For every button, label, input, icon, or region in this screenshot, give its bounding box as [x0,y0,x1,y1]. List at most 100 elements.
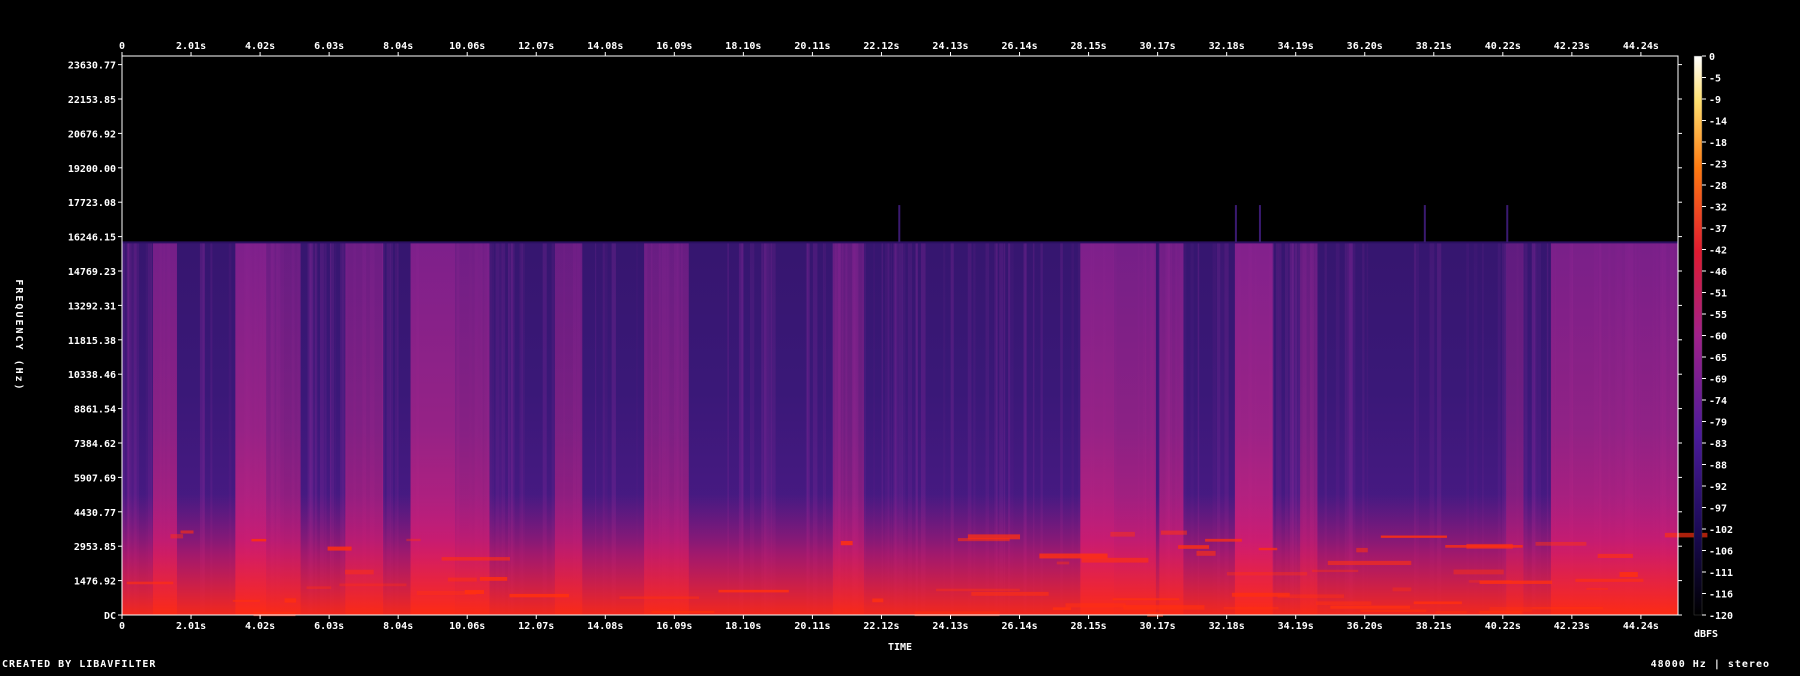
colorbar-tick-label: -46 [1709,267,1727,278]
harmonic-stroke [1597,553,1633,558]
x-tick-label-bottom: 28.15s [1071,621,1107,632]
harmonic-stroke [651,610,715,614]
x-tick-label-bottom: 30.17s [1140,621,1176,632]
colorbar-tick-label: -42 [1709,246,1727,257]
harmonic-stroke [1147,612,1164,617]
colorbar-tick-label: -74 [1709,396,1727,407]
plot-area [122,56,1708,617]
harmonic-stroke [251,538,267,542]
colorbar-tick-label: -102 [1709,525,1733,536]
x-tick-label-top: 36.20s [1347,41,1383,52]
harmonic-stroke [1535,541,1587,546]
y-tick-label: 17723.08 [68,198,116,209]
y-tick-label: 1476.92 [74,577,116,588]
x-tick-label-top: 22.12s [863,41,899,52]
harmonic-stroke [971,591,1049,596]
colorbar: 0 -5 -9 -14 -18 -23 -28 -32 -37 -42 -46 -51 -55 -60 -6… [1693,52,1733,640]
y-tick-label: 2953.85 [74,542,116,553]
spike-mark [898,205,901,243]
x-tick-label-bottom: 12.07s [518,621,554,632]
low-frequency-band [122,493,1678,615]
x-tick-label-bottom: 2.01s [176,621,206,632]
y-tick-label: 4430.77 [74,508,116,519]
harmonic-stroke [345,569,374,575]
x-tick-label-top: 14.08s [587,41,623,52]
y-tick-label: 22153.85 [68,95,116,106]
harmonic-stroke [872,598,884,603]
y-tick-label: 20676.92 [68,129,116,140]
x-tick-label-top: 32.18s [1209,41,1245,52]
harmonic-stroke [1435,611,1467,614]
x-tick-label-bottom: 44.24s [1623,621,1659,632]
x-tick-label-bottom: 6.03s [314,621,344,632]
harmonic-stroke [1258,547,1278,551]
colorbar-tick-label: -88 [1709,461,1727,472]
y-tick-label: DC [104,611,116,622]
y-tick-label: 13292.31 [68,301,116,312]
colorbar-tick-label: -79 [1709,418,1727,429]
y-tick-label: 7384.62 [74,439,116,450]
colorbar-tick-label: -106 [1709,547,1733,558]
x-tick-label-top: 38.21s [1416,41,1452,52]
harmonic-stroke [1226,572,1308,576]
x-tick-label-bottom: 18.10s [725,621,761,632]
colorbar-tick-label: -5 [1709,74,1721,85]
harmonic-stroke [306,586,332,589]
harmonic-stroke [1453,569,1504,575]
harmonic-stroke [967,534,1021,540]
harmonic-stroke [509,593,569,598]
colorbar-tick-label: -60 [1709,332,1727,343]
colorbar-tick-label: -51 [1709,289,1727,300]
colorbar-tick-label: -9 [1709,95,1721,106]
harmonic-stroke [441,557,510,561]
colorbar-tick-label: -37 [1709,224,1727,235]
colorbar-tick-label: -97 [1709,504,1727,515]
harmonic-stroke [1330,605,1411,609]
harmonic-stroke [619,596,699,599]
colorbar-tick-label: -14 [1709,117,1727,128]
harmonic-stroke [1205,538,1242,542]
harmonic-stroke [1445,545,1523,548]
x-tick-label-top: 42.23s [1554,41,1590,52]
x-tick-label-top: 12.07s [518,41,554,52]
harmonic-stroke [840,540,853,546]
y-tick-label: 11815.38 [68,336,116,347]
x-tick-label-top: 44.24s [1623,41,1659,52]
x-tick-label-top: 10.06s [449,41,485,52]
harmonic-stroke [284,598,297,603]
x-tick-label-bottom: 32.18s [1209,621,1245,632]
x-tick-label-bottom: 4.02s [245,621,275,632]
x-tick-label-bottom: 14.08s [587,621,623,632]
y-tick-label: 23630.77 [68,61,116,72]
harmonic-stroke [936,588,1020,592]
y-tick-label: 19200.00 [68,164,116,175]
x-tick-label-bottom: 26.14s [1001,621,1037,632]
harmonic-stroke [1110,531,1135,537]
x-tick-label-bottom: 10.06s [449,621,485,632]
harmonic-stroke [232,599,260,602]
x-tick-label-top: 24.13s [932,41,968,52]
colorbar-gradient [1693,55,1703,616]
colorbar-tick-label: -120 [1709,611,1733,622]
x-tick-label-top: 18.10s [725,41,761,52]
x-tick-label-bottom: 42.23s [1554,621,1590,632]
colorbar-tick-label: -18 [1709,138,1727,149]
colorbar-tick-label: -23 [1709,160,1727,171]
spike-mark [1423,205,1426,243]
colorbar-tick-label: -92 [1709,482,1727,493]
harmonic-stroke [718,589,789,593]
harmonic-stroke [180,530,194,534]
x-tick-label-bottom: 34.19s [1278,621,1314,632]
harmonic-stroke [1356,547,1368,553]
harmonic-stroke [447,577,477,582]
harmonic-stroke [416,590,477,596]
colorbar-tick-label: 0 [1709,52,1715,63]
colorbar-tick-label: -55 [1709,310,1727,321]
x-tick-label-bottom: 0 [119,621,125,632]
y-tick-label: 16246.15 [68,233,116,244]
harmonic-stroke [1468,580,1512,583]
harmonic-stroke [406,538,421,542]
harmonic-stroke [1312,569,1359,573]
harmonic-stroke [1575,578,1644,582]
colorbar-tick-label: -32 [1709,203,1727,214]
